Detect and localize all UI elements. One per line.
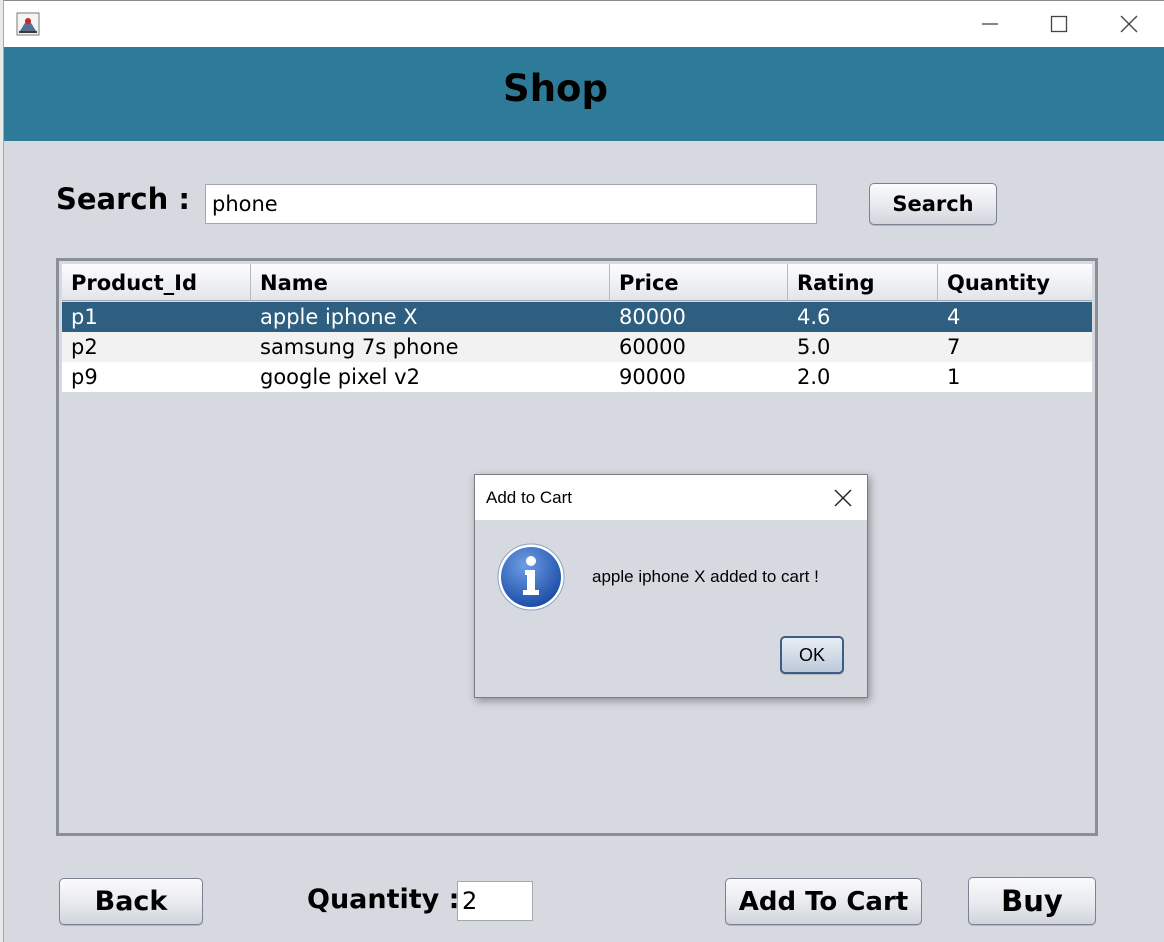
cell-name: google pixel v2 [260,365,420,389]
cell-price: 80000 [619,305,686,329]
column-header-product-id[interactable]: Product_Id [62,264,251,301]
column-header-rating[interactable]: Rating [788,264,938,301]
shop-window: Shop Search : Search Product_Id Name Pri… [0,0,1164,942]
cell-name: samsung 7s phone [260,335,459,359]
column-header-quantity[interactable]: Quantity [938,264,1092,301]
quantity-label: Quantity : [307,884,460,915]
table-row[interactable]: p1 apple iphone X 80000 4.6 4 [62,302,1092,332]
page-title: Shop [503,67,608,110]
cell-quantity: 4 [947,305,961,329]
close-icon [1120,15,1138,33]
table-row[interactable]: p9 google pixel v2 90000 2.0 1 [62,362,1092,392]
table-header: Product_Id Name Price Rating Quantity [62,264,1092,301]
dialog-close-button[interactable] [825,483,861,513]
cell-name: apple iphone X [260,305,418,329]
search-button[interactable]: Search [869,183,997,225]
cell-rating: 2.0 [797,365,831,389]
column-header-price[interactable]: Price [610,264,788,301]
dialog-title-bar[interactable]: Add to Cart [475,475,867,520]
add-to-cart-dialog[interactable]: Add to Cart apple iphone X added to cart… [474,474,868,698]
cell-price: 60000 [619,335,686,359]
window-title-bar[interactable] [4,0,1164,47]
dialog-title: Add to Cart [486,488,572,507]
search-input[interactable] [205,184,817,224]
cell-price: 90000 [619,365,686,389]
ok-button[interactable]: OK [780,636,844,674]
cell-quantity: 7 [947,335,961,359]
dialog-message: apple iphone X added to cart ! [592,567,819,586]
cell-product-id: p2 [71,335,98,359]
quantity-input[interactable] [457,881,533,921]
add-to-cart-button[interactable]: Add To Cart [725,878,922,925]
table-row[interactable]: p2 samsung 7s phone 60000 5.0 7 [62,332,1092,362]
minimize-button[interactable] [967,7,1013,41]
back-button[interactable]: Back [59,878,203,925]
search-label: Search : [56,182,190,216]
maximize-button[interactable] [1036,7,1082,41]
info-icon [497,543,565,611]
close-icon [834,489,852,507]
close-button[interactable] [1106,7,1152,41]
header-banner: Shop [4,47,1164,141]
cell-rating: 5.0 [797,335,831,359]
maximize-icon [1050,15,1068,33]
cell-product-id: p9 [71,365,98,389]
buy-button[interactable]: Buy [968,877,1096,925]
column-header-name[interactable]: Name [251,264,610,301]
java-app-icon [16,12,40,36]
minimize-icon [982,23,998,25]
cell-quantity: 1 [947,365,961,389]
cell-rating: 4.6 [797,305,831,329]
cell-product-id: p1 [71,305,98,329]
desktop-edge [0,0,4,942]
